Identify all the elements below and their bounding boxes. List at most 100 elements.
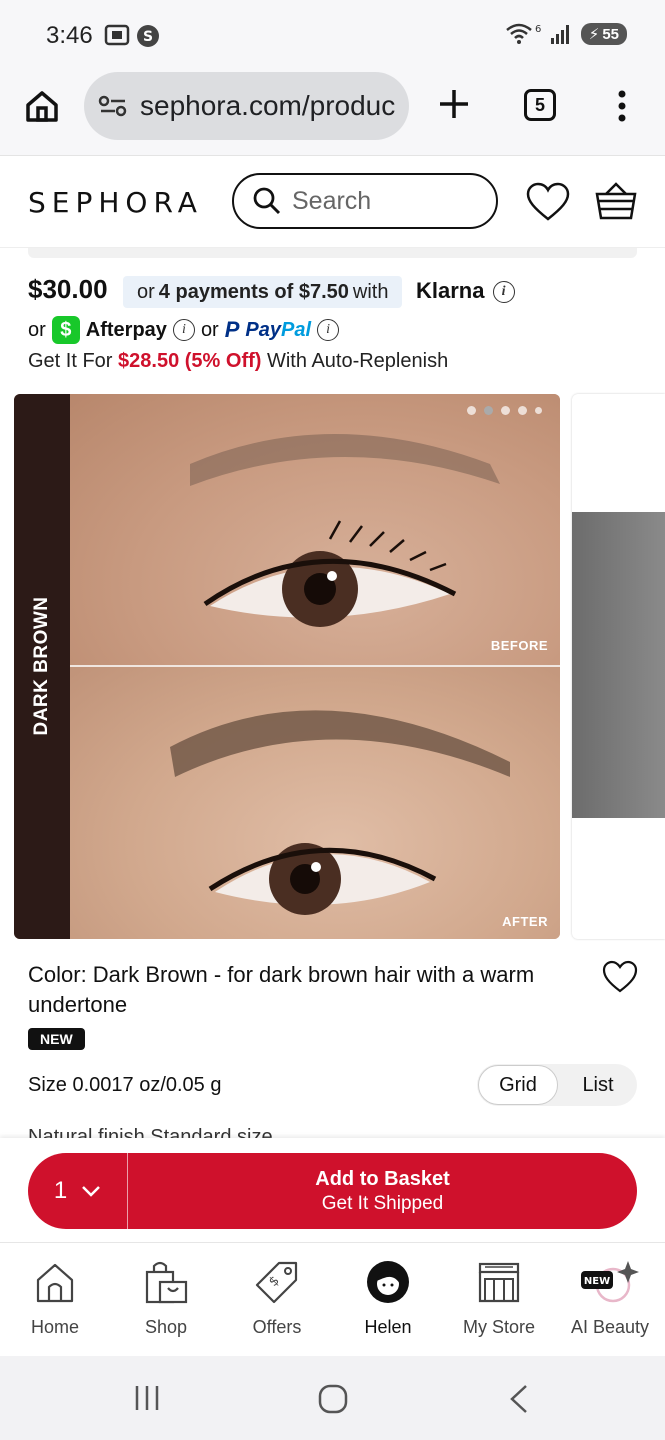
love-heart-icon[interactable] [602,960,638,994]
carousel-dot[interactable] [535,407,542,414]
svg-text:6: 6 [535,24,541,35]
after-label: AFTER [502,914,548,929]
alt-payments-row: or $ Afterpay i or P PayPal i [28,316,340,344]
system-navigation-bar [0,1356,665,1440]
product-price: $30.00 [28,274,108,304]
site-settings-icon[interactable] [98,94,128,118]
search-input[interactable]: Search [232,173,498,229]
browser-toolbar: sephora.com/produc 5 [0,70,665,156]
add-to-basket-text: Add to Basket [315,1167,450,1190]
eye-after-illustration [170,710,510,915]
nav-shop[interactable]: Shop [111,1259,221,1338]
view-toggle[interactable]: Grid List [477,1064,637,1106]
browser-menu-icon[interactable] [612,88,632,124]
replenish-prefix: Get It For [28,350,113,372]
tag-icon: $ [255,1261,298,1304]
svg-text:S: S [143,29,153,45]
sephora-logo[interactable]: SEPHORA [28,186,203,219]
nav-ai-beauty[interactable]: NEW AI Beauty [555,1259,665,1338]
klarna-prefix: or [137,280,155,303]
quantity-value: 1 [53,1177,68,1204]
or-text: or [28,318,46,341]
basket-icon[interactable] [594,180,638,222]
add-to-basket-button[interactable]: 1 Add to Basket Get It Shipped [28,1153,637,1229]
klarna-installments[interactable]: or 4 payments of $7.50 with [123,276,403,308]
nav-my-store-label: My Store [462,1317,536,1337]
screenshot-icon [104,24,130,46]
battery-charging-icon: ⚡ [588,26,600,43]
store-icon [478,1262,520,1303]
battery-level: 55 [602,25,619,43]
nav-ai-beauty-label: AI Beauty [570,1317,650,1337]
klarna-info-icon[interactable]: i [492,281,515,304]
new-tab-icon[interactable] [436,86,472,122]
after-photo: AFTER [70,667,560,939]
color-description: Color: Dark Brown - for dark brown hair … [28,962,535,1017]
cashapp-icon: $ [51,316,80,344]
size-text: Size 0.0017 oz/0.05 g [28,1074,222,1096]
signal-icon [550,25,569,44]
eye-before-illustration [190,434,500,627]
bottom-navigation: Home Shop $ Offers Helen My Store NEW AI… [0,1242,665,1356]
or-text: or [200,318,219,341]
address-bar[interactable]: sephora.com/produc [84,72,409,140]
nav-offers[interactable]: $ Offers [222,1259,332,1338]
afterpay-label: Afterpay [85,318,167,341]
before-label: BEFORE [490,638,548,653]
carousel-dot[interactable] [501,406,510,415]
shade-label: DARK BROWN [31,596,52,736]
search-icon [253,187,281,215]
quantity-select[interactable]: 1 [28,1153,128,1229]
site-header: SEPHORA Search [0,156,665,248]
next-carousel-image[interactable] [572,394,665,939]
recent-apps-icon[interactable] [134,1384,162,1412]
status-time: 3:46 [46,22,93,49]
grid-view-button[interactable]: Grid [478,1065,558,1105]
shipping-method-text: Get It Shipped [321,1192,444,1214]
replenish-suffix: With Auto-Replenish [266,350,449,372]
back-icon[interactable] [508,1384,530,1414]
paypal-info-icon[interactable]: i [317,319,340,341]
new-badge: NEW [28,1028,85,1050]
klarna-payments: 4 payments of $7.50 [158,280,349,303]
product-image[interactable]: DARK BROWN BEFORE AFTER [14,394,560,939]
nav-offers-label: Offers [252,1317,302,1337]
list-view-button[interactable]: List [559,1065,637,1105]
search-placeholder: Search [292,186,372,215]
browser-home-icon[interactable] [24,88,60,124]
sparkle-icon: NEW [581,1261,639,1303]
status-bar: 3:46 S 6 ⚡ 55 [0,0,665,70]
system-home-icon[interactable] [318,1384,348,1414]
nav-helen-label: Helen [364,1317,412,1337]
add-to-basket-bar: 1 Add to Basket Get It Shipped [0,1138,665,1242]
paypal-label: PayPal [245,318,312,341]
avatar-icon [367,1261,409,1303]
svg-text:NEW: NEW [584,1276,610,1287]
nav-shop-label: Shop [144,1317,188,1337]
nav-helen[interactable]: Helen [333,1259,443,1338]
wifi-icon: 6 [505,23,541,44]
nav-home[interactable]: Home [0,1259,110,1338]
klarna-logo: Klarna i [416,278,515,304]
svg-text:$: $ [266,1273,282,1289]
carousel-dot-active[interactable] [484,406,493,415]
paypal-icon: P [224,317,240,342]
battery-indicator: ⚡ 55 [580,23,627,45]
app-notification-icon: S [137,25,159,47]
tab-switcher-button[interactable]: 5 [524,89,556,121]
nav-my-store[interactable]: My Store [444,1259,554,1338]
carousel-dot[interactable] [467,406,476,415]
add-to-basket-label[interactable]: Add to Basket Get It Shipped [128,1153,637,1229]
klarna-brand: Klarna [416,278,485,303]
truncated-text: Natural finish Standard size [28,1126,273,1138]
favorites-heart-icon[interactable] [526,182,570,222]
url-text: sephora.com/produc [140,90,396,121]
carousel-dot[interactable] [518,406,527,415]
shade-label-strip: DARK BROWN [14,394,70,939]
next-image-preview [572,512,665,818]
afterpay-info-icon[interactable]: i [172,319,195,341]
previous-section-edge [28,248,637,258]
nav-home-label: Home [30,1317,79,1337]
carousel-dots[interactable] [467,406,542,415]
auto-replenish-text[interactable]: Get It For $28.50 (5% Off) With Auto-Rep… [28,350,448,373]
